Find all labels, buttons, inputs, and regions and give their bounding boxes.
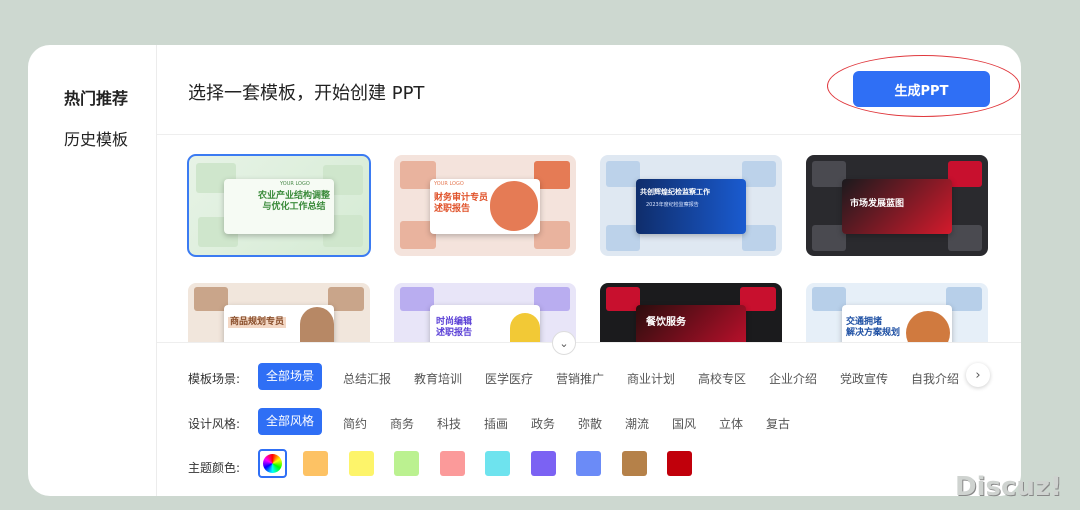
template-logo: YOUR LOGO [280, 181, 310, 187]
template-caption: 交通拥堵 解决方案规划 [846, 317, 901, 338]
template-caption: 共创辉煌纪检监察工作 [640, 188, 710, 196]
sidebar-item-hot[interactable]: 热门推荐 [64, 85, 128, 109]
template-caption: 时尚编辑 述职报告 [436, 317, 473, 338]
style-chip[interactable]: 简约 [343, 415, 367, 432]
style-chip[interactable]: 商务 [390, 415, 414, 432]
style-label: 设计风格: [188, 417, 241, 431]
color-swatch[interactable] [439, 451, 465, 476]
scene-chip[interactable]: 医学医疗 [485, 370, 533, 387]
template-card[interactable]: YOUR LOGO 财务审计专员 述职报告 [394, 155, 576, 256]
color-label: 主题颜色: [188, 461, 241, 475]
scene-label: 模板场景: [188, 372, 241, 386]
scene-chip[interactable]: 高校专区 [698, 370, 746, 387]
scene-chip[interactable]: 党政宣传 [840, 370, 888, 387]
color-swatch[interactable] [667, 451, 692, 476]
template-caption: 商品规划专员 [228, 317, 287, 328]
sidebar: 热门推荐 历史模板 [28, 45, 157, 496]
style-chip[interactable]: 全部风格 [258, 408, 323, 435]
template-card[interactable]: 共创辉煌纪检监察工作 2023年度纪检监察报告 [600, 155, 782, 256]
scene-chip[interactable]: 商业计划 [627, 370, 675, 387]
chevron-right-icon[interactable]: › [966, 363, 990, 387]
color-wheel-icon[interactable] [258, 449, 287, 478]
style-chip[interactable]: 复古 [766, 415, 790, 432]
scene-chip[interactable]: 全部场景 [258, 363, 323, 390]
color-swatch[interactable] [303, 451, 328, 476]
style-chip[interactable]: 国风 [672, 415, 696, 432]
template-subtitle: 2023年度纪检监察报告 [646, 202, 699, 208]
scene-chip[interactable]: 总结汇报 [343, 370, 391, 387]
color-swatch[interactable] [530, 451, 556, 476]
template-caption: 餐饮服务 [646, 317, 686, 328]
scene-chip[interactable]: 自我介绍 [911, 370, 959, 387]
template-panel: 热门推荐 历史模板 选择一套模板，开始创建 PPT 生成PPT YOUR LOG… [28, 45, 1021, 496]
scene-chip[interactable]: 营销推广 [556, 370, 604, 387]
template-caption: 市场发展蓝图 [850, 199, 905, 209]
color-swatch[interactable] [621, 451, 647, 476]
discuz-watermark: Discuz! [955, 472, 1062, 502]
style-chip[interactable]: 弥散 [578, 415, 602, 432]
style-chip[interactable]: 政务 [531, 415, 555, 432]
template-card[interactable]: 市场发展蓝图 [806, 155, 988, 256]
scene-chip[interactable]: 企业介绍 [769, 370, 817, 387]
color-swatch[interactable] [485, 451, 510, 476]
page-title: 选择一套模板，开始创建 PPT [188, 83, 425, 104]
template-card[interactable]: YOUR LOGO 农业产业结构调整 与优化工作总结 [187, 154, 371, 257]
color-swatch[interactable] [348, 451, 374, 476]
chevron-down-icon[interactable]: ⌄ [552, 331, 576, 355]
template-caption: 农业产业结构调整 与优化工作总结 [258, 191, 331, 212]
sidebar-item-history[interactable]: 历史模板 [64, 126, 128, 150]
template-caption: 财务审计专员 述职报告 [434, 193, 489, 214]
style-chip[interactable]: 插画 [484, 415, 508, 432]
style-chip[interactable]: 潮流 [625, 415, 649, 432]
color-swatch[interactable] [394, 451, 419, 476]
generate-ppt-button[interactable]: 生成PPT [853, 71, 990, 107]
style-chip[interactable]: 立体 [719, 415, 743, 432]
scene-chip[interactable]: 教育培训 [414, 370, 462, 387]
header: 选择一套模板，开始创建 PPT 生成PPT [157, 45, 1021, 135]
style-chip[interactable]: 科技 [437, 415, 461, 432]
filter-panel: ⌄ 模板场景: 全部场景 总结汇报 教育培训 医学医疗 营销推广 商业计划 高校… [157, 331, 1021, 496]
color-swatch[interactable] [576, 451, 601, 476]
template-logo: YOUR LOGO [434, 181, 464, 187]
